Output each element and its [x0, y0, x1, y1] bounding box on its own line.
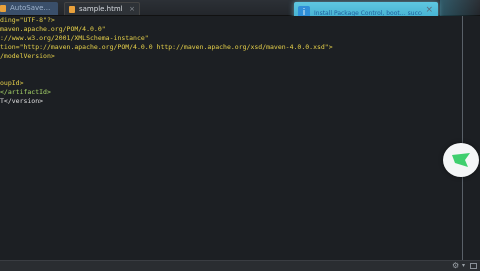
tab-autosave[interactable]: AutoSave…	[0, 2, 58, 15]
floating-action-button[interactable]	[443, 143, 479, 177]
code-line: tion="http://maven.apache.org/POM/4.0.0 …	[0, 43, 333, 51]
code-line: ://www.w3.org/2001/XMLSchema-instance"	[0, 34, 149, 42]
ribbon-icon	[452, 153, 470, 167]
code-line: ding="UTF-8"?>	[0, 16, 55, 24]
html-file-icon	[69, 6, 75, 13]
tab-sample-html[interactable]: sample.html ×	[64, 2, 140, 15]
close-tab-icon[interactable]: ×	[129, 3, 135, 16]
status-bar: ⚙ ▾	[0, 260, 480, 271]
code-line: /modelVersion>	[0, 52, 55, 60]
tab-label: sample.html	[79, 5, 123, 13]
code-line: </artifactId>	[0, 88, 51, 96]
code-line: maven.apache.org/POM/4.0.0"	[0, 25, 106, 33]
panel-toggle-icon[interactable]	[470, 263, 477, 269]
code-line: oupId>	[0, 79, 24, 87]
file-icon	[0, 5, 6, 12]
tab-label: AutoSave…	[10, 4, 51, 12]
close-notification-icon[interactable]: ×	[425, 5, 433, 15]
code-editor[interactable]: ding="UTF-8"?> maven.apache.org/POM/4.0.…	[0, 16, 480, 260]
code-line: T</version>	[0, 97, 44, 105]
ruler-guide	[462, 16, 463, 260]
